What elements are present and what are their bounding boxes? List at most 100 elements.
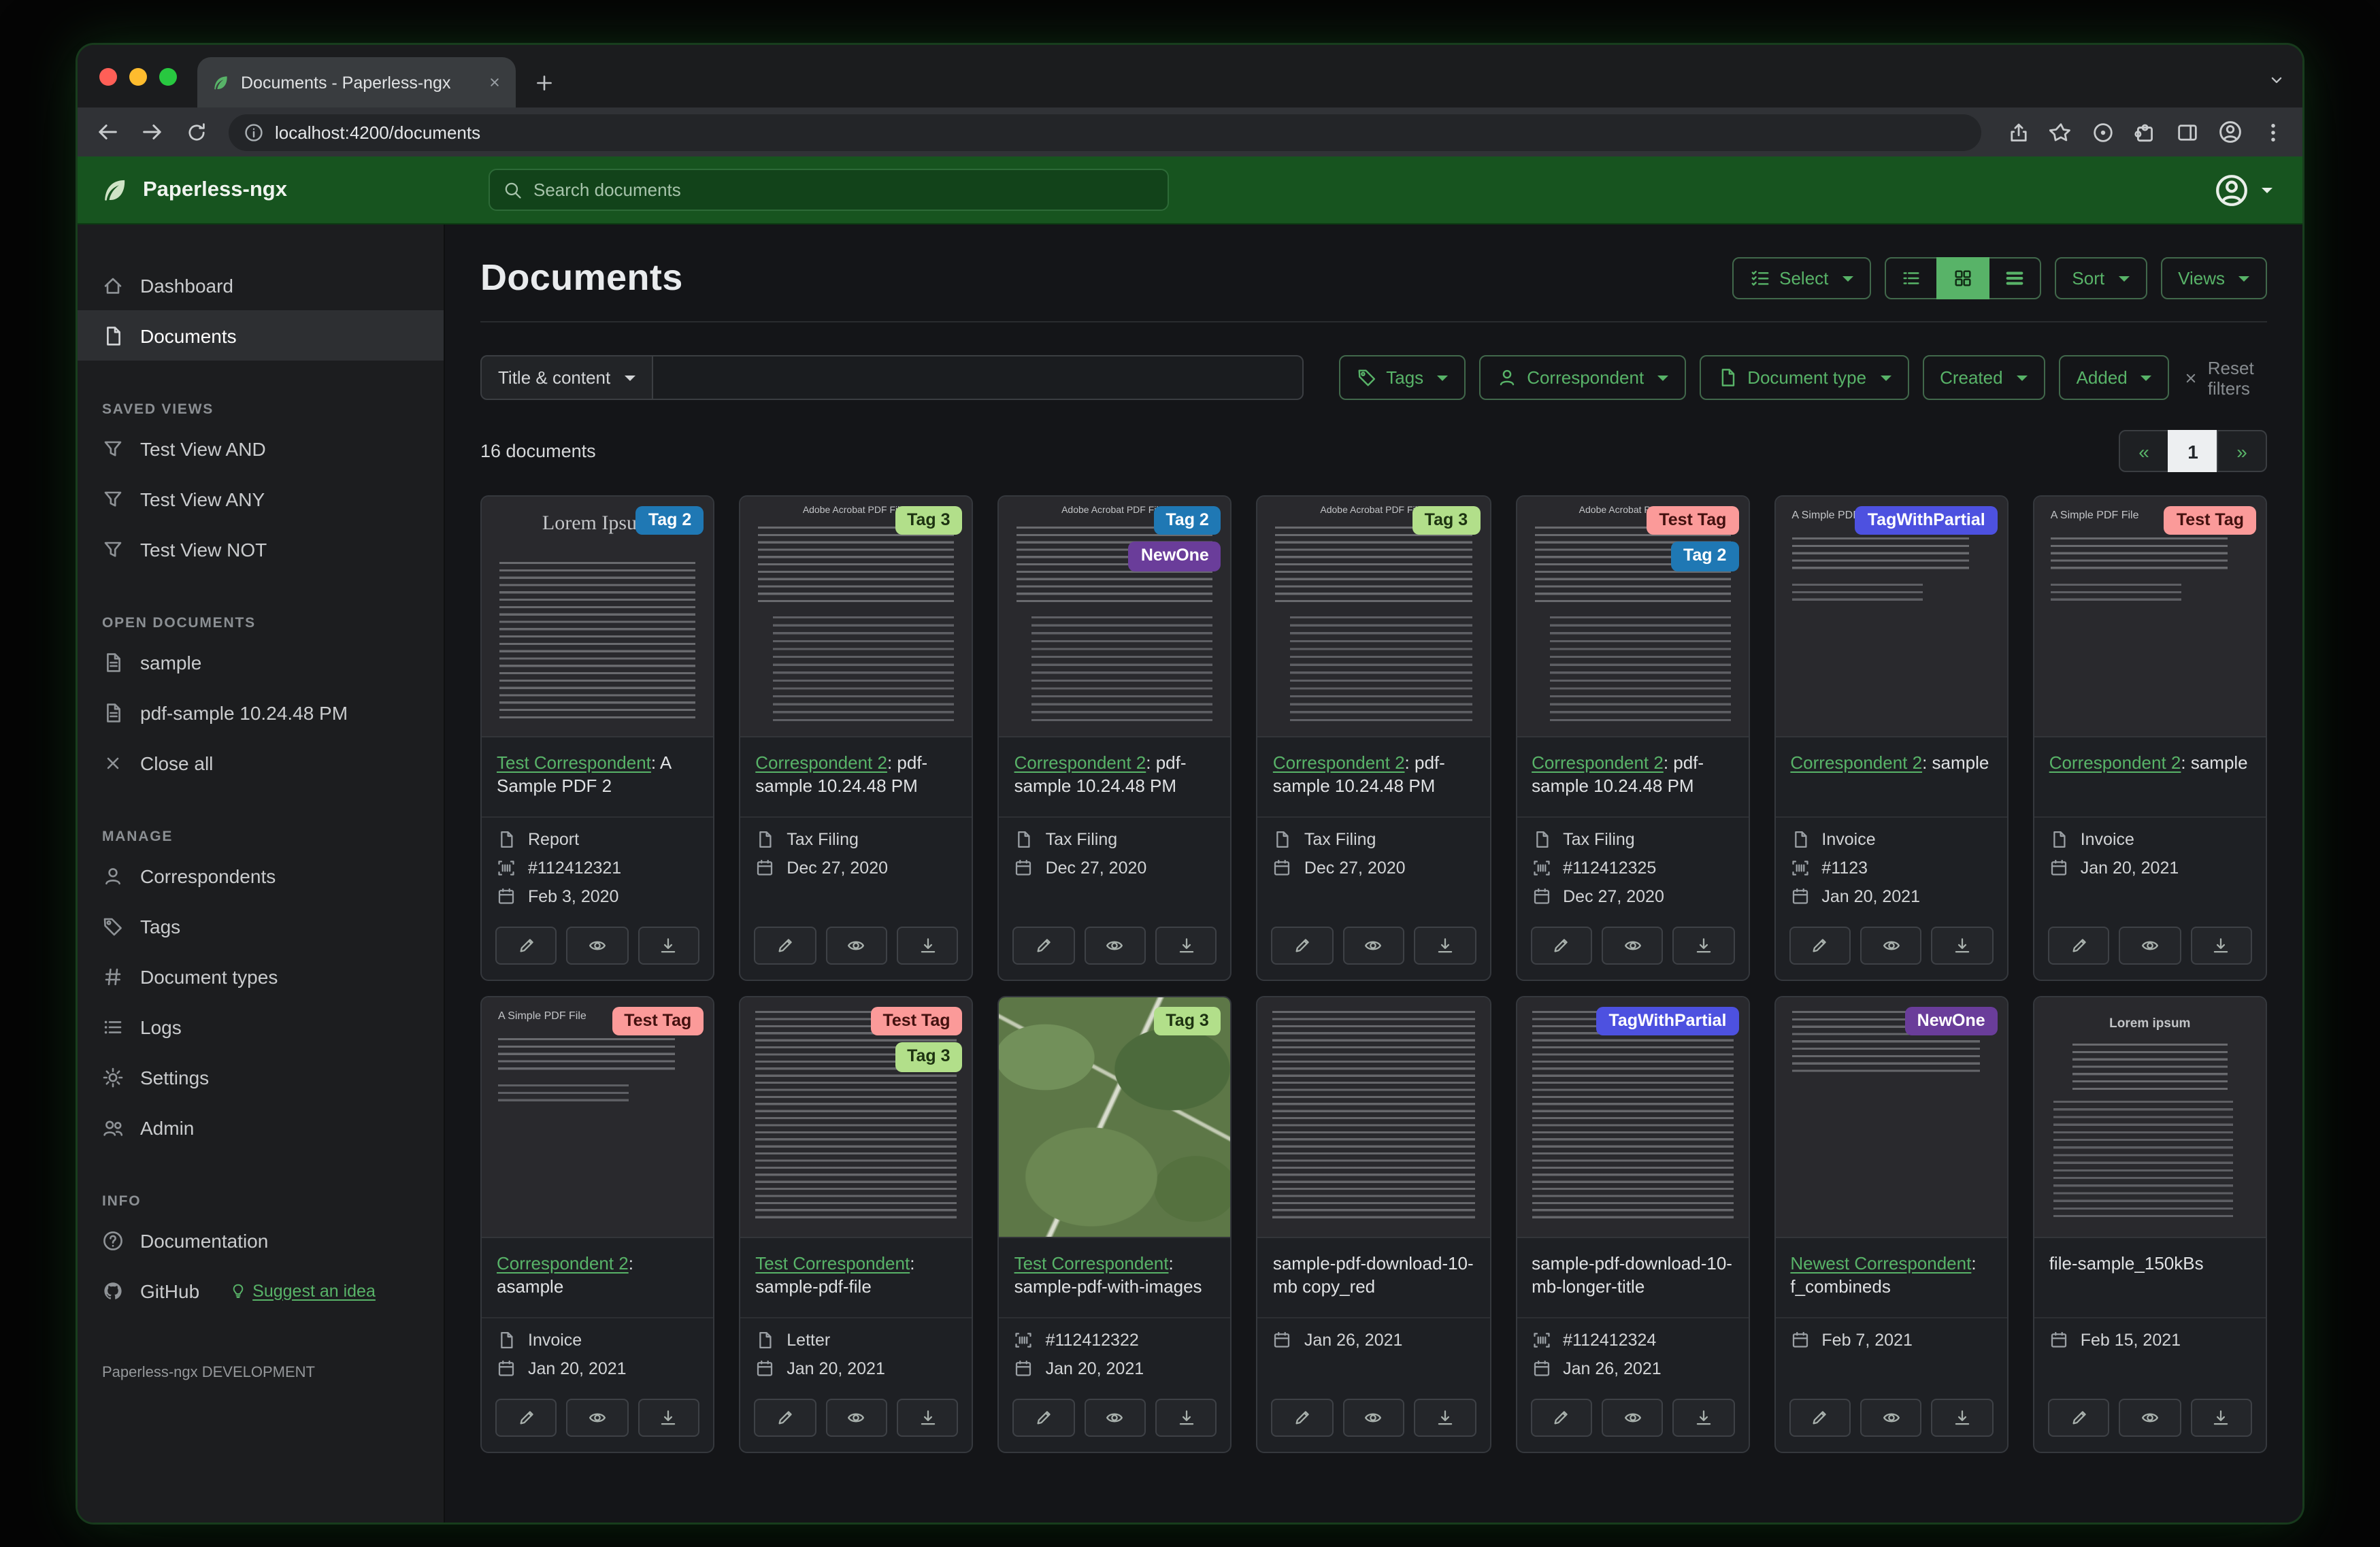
app-brand[interactable]: Paperless-ngx	[78, 175, 445, 205]
site-info-icon[interactable]	[244, 122, 264, 142]
download-button[interactable]	[2190, 1399, 2252, 1437]
preview-button[interactable]	[1860, 927, 1922, 965]
pagination-page-1-button[interactable]: 1	[2168, 430, 2218, 472]
download-button[interactable]	[638, 1399, 700, 1437]
sidebar-item-github[interactable]: GitHub Suggest an idea	[78, 1265, 444, 1316]
pagination-prev-button[interactable]: «	[2119, 430, 2169, 472]
filter-text-input[interactable]	[652, 355, 1304, 400]
select-button[interactable]: Select	[1732, 257, 1871, 299]
preview-button[interactable]	[1601, 1399, 1664, 1437]
reading-list-button[interactable]	[2092, 120, 2115, 144]
tab-close-icon[interactable]	[487, 75, 502, 90]
document-correspondent-link[interactable]: Correspondent 2	[2049, 752, 2181, 773]
tag-badge[interactable]: NewOne	[1904, 1007, 1998, 1036]
document-correspondent-link[interactable]: Newest Correspondent	[1790, 1253, 1971, 1274]
document-card[interactable]: Test Tag Tag 3 Test Correspondent: sample-…	[739, 996, 974, 1453]
sidebar-item-document-types[interactable]: Document types	[78, 951, 444, 1001]
edit-button[interactable]	[1530, 927, 1592, 965]
suggest-idea-link[interactable]: Suggest an idea	[229, 1281, 376, 1300]
preview-button[interactable]	[1084, 1399, 1146, 1437]
share-button[interactable]	[2007, 120, 2030, 144]
tag-badge[interactable]: Tag 2	[635, 506, 704, 535]
edit-button[interactable]	[2047, 927, 2110, 965]
document-thumbnail[interactable]: Adobe Acrobat PDF Files Tag 3	[740, 497, 972, 737]
bookmark-star-button[interactable]	[2049, 120, 2072, 144]
document-thumbnail[interactable]: A Simple PDF File TagWithPartial	[1775, 497, 2007, 737]
tag-badge[interactable]: TagWithPartial	[1596, 1007, 1739, 1036]
browser-profile-button[interactable]	[2218, 120, 2243, 144]
preview-button[interactable]	[1342, 1399, 1405, 1437]
download-button[interactable]	[896, 927, 959, 965]
edit-button[interactable]	[1271, 927, 1334, 965]
browser-tab[interactable]: Documents - Paperless-ngx	[197, 57, 516, 107]
extensions-button[interactable]	[2134, 120, 2157, 144]
browser-menu-button[interactable]	[2262, 120, 2285, 144]
global-search-input[interactable]	[533, 180, 1154, 200]
zoom-window-button[interactable]	[159, 68, 177, 86]
reset-filters-button[interactable]: Reset filters	[2183, 357, 2267, 398]
back-button[interactable]	[95, 120, 120, 144]
forward-button[interactable]	[140, 120, 165, 144]
tag-badge[interactable]: Test Tag	[870, 1007, 963, 1036]
global-search[interactable]	[489, 169, 1169, 211]
filter-created-button[interactable]: Created	[1922, 355, 2045, 400]
document-card[interactable]: A Simple PDF File TagWithPartial Correspon…	[1774, 495, 2009, 981]
download-button[interactable]	[1155, 927, 1217, 965]
tag-badge[interactable]: Tag 3	[1153, 1007, 1221, 1036]
preview-button[interactable]	[1860, 1399, 1922, 1437]
document-thumbnail[interactable]: A Simple PDF File Test Tag	[2034, 497, 2266, 737]
user-menu-button[interactable]	[2214, 172, 2272, 207]
document-card[interactable]: sample-pdf-download-10-mb copy_red Jan 26…	[1256, 996, 1491, 1453]
sidebar-item-dashboard[interactable]: Dashboard	[78, 260, 444, 310]
preview-button[interactable]	[1601, 927, 1664, 965]
sort-button[interactable]: Sort	[2054, 257, 2147, 299]
sidebar-item-pdf-sample-10-24-48-pm[interactable]: pdf-sample 10.24.48 PM	[78, 687, 444, 737]
document-card[interactable]: Adobe Acrobat PDF Files Tag 2 NewOne Corres…	[997, 495, 1232, 981]
preview-button[interactable]	[566, 1399, 629, 1437]
edit-button[interactable]	[1789, 1399, 1851, 1437]
document-card[interactable]: NewOne Newest Correspondent: f_combineds F…	[1774, 996, 2009, 1453]
edit-button[interactable]	[1530, 1399, 1592, 1437]
tag-badge[interactable]: Tag 3	[1412, 506, 1481, 535]
sidebar-item-correspondents[interactable]: Correspondents	[78, 850, 444, 901]
edit-button[interactable]	[495, 1399, 557, 1437]
view-toggle-details-button[interactable]	[1987, 257, 2041, 299]
document-thumbnail[interactable]: Adobe Acrobat PDF Files Tag 2 NewOne	[999, 497, 1231, 737]
tag-badge[interactable]: NewOne	[1128, 542, 1221, 571]
document-thumbnail[interactable]: NewOne	[1775, 997, 2007, 1238]
tag-badge[interactable]: Tag 3	[895, 1042, 963, 1072]
sidebar-item-test-view-not[interactable]: Test View NOT	[78, 524, 444, 574]
document-thumbnail[interactable]: Adobe Acrobat PDF Files Test Tag Tag 2	[1517, 497, 1749, 737]
new-tab-button[interactable]	[533, 72, 555, 94]
document-thumbnail[interactable]	[1257, 997, 1490, 1238]
download-button[interactable]	[2190, 927, 2252, 965]
download-button[interactable]	[896, 1399, 959, 1437]
document-correspondent-link[interactable]: Correspondent 2	[1273, 752, 1405, 773]
views-button[interactable]: Views	[2160, 257, 2267, 299]
preview-button[interactable]	[1342, 927, 1405, 965]
edit-button[interactable]	[1789, 927, 1851, 965]
preview-button[interactable]	[566, 927, 629, 965]
side-panel-button[interactable]	[2176, 120, 2199, 144]
document-correspondent-link[interactable]: Test Correspondent	[1014, 1253, 1169, 1274]
sidebar-item-test-view-any[interactable]: Test View ANY	[78, 473, 444, 524]
document-card[interactable]: TagWithPartial sample-pdf-download-10-mb-…	[1515, 996, 1750, 1453]
edit-button[interactable]	[495, 927, 557, 965]
filter-tags-button[interactable]: Tags	[1338, 355, 1466, 400]
document-thumbnail[interactable]: Lorem ipsum	[2034, 997, 2266, 1238]
download-button[interactable]	[1672, 927, 1735, 965]
view-toggle-list-button[interactable]	[1884, 257, 1938, 299]
address-bar[interactable]: localhost:4200/documents	[229, 114, 1981, 150]
document-correspondent-link[interactable]: Correspondent 2	[755, 752, 887, 773]
filter-correspondent-button[interactable]: Correspondent	[1479, 355, 1687, 400]
document-correspondent-link[interactable]: Test Correspondent	[755, 1253, 910, 1274]
sidebar-item-settings[interactable]: Settings	[78, 1052, 444, 1102]
filter-added-button[interactable]: Added	[2058, 355, 2170, 400]
document-correspondent-link[interactable]: Test Correspondent	[497, 752, 651, 773]
tag-badge[interactable]: Tag 2	[1153, 506, 1221, 535]
tag-badge[interactable]: Test Tag	[2164, 506, 2256, 535]
document-correspondent-link[interactable]: Correspondent 2	[1532, 752, 1664, 773]
tag-badge[interactable]: TagWithPartial	[1855, 506, 1998, 535]
download-button[interactable]	[1155, 1399, 1217, 1437]
preview-button[interactable]	[2119, 927, 2181, 965]
